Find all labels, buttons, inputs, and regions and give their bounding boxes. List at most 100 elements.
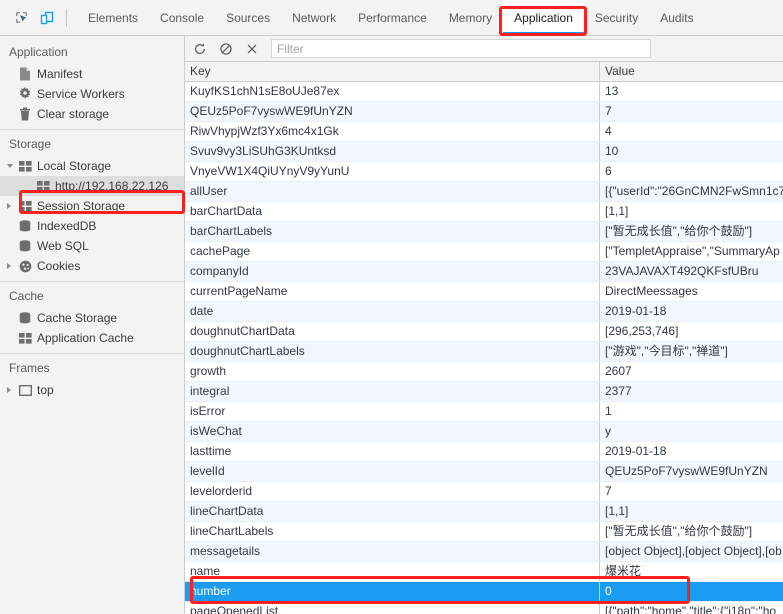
table-row[interactable]: barChartData [1,1] — [185, 202, 783, 222]
tab-console[interactable]: Console — [149, 0, 215, 35]
cell-value[interactable]: [{"path":"home","title":{"i18n":"ho — [600, 602, 783, 614]
cell-value[interactable]: 2019-01-18 — [600, 442, 783, 461]
table-row[interactable]: isWeChat y — [185, 422, 783, 442]
cell-key[interactable]: growth — [185, 362, 600, 381]
cell-key[interactable]: pageOpenedList — [185, 602, 600, 614]
sidebar-item-http-192-168-22-126[interactable]: http://192.168.22.126 — [0, 176, 184, 196]
delete-selected-icon[interactable] — [239, 37, 265, 61]
cell-value[interactable]: ["暂无成长值","给你个鼓励"] — [600, 222, 783, 241]
table-row[interactable]: date 2019-01-18 — [185, 302, 783, 322]
cell-value[interactable]: [296,253,746] — [600, 322, 783, 341]
sidebar-item-cookies[interactable]: Cookies — [0, 256, 184, 276]
cell-value[interactable]: 6 — [600, 162, 783, 181]
cell-value[interactable]: [{"userId":"26GnCMN2FwSmn1c7 — [600, 182, 783, 201]
clear-all-icon[interactable] — [213, 37, 239, 61]
table-row[interactable]: pageOpenedList [{"path":"home","title":{"… — [185, 602, 783, 614]
tab-sources[interactable]: Sources — [215, 0, 281, 35]
table-row[interactable]: currentPageName DirectMeessages — [185, 282, 783, 302]
tab-memory[interactable]: Memory — [438, 0, 503, 35]
tab-security[interactable]: Security — [584, 0, 649, 35]
cell-value[interactable]: 7 — [600, 102, 783, 121]
tab-application[interactable]: Application — [503, 0, 584, 35]
chevron-right-icon[interactable] — [7, 263, 11, 269]
cell-key[interactable]: RiwVhypjWzf3Yx6mc4x1Gk — [185, 122, 600, 141]
cell-value[interactable]: 1 — [600, 402, 783, 421]
table-row[interactable]: cachePage ["TempletAppraise","SummaryAp — [185, 242, 783, 262]
table-row[interactable]: levelorderid 7 — [185, 482, 783, 502]
cell-value[interactable]: 23VAJAVAXT492QKFsfUBru — [600, 262, 783, 281]
sidebar-item-clear-storage[interactable]: Clear storage — [0, 104, 184, 124]
cell-key[interactable]: integral — [185, 382, 600, 401]
cell-value[interactable]: 10 — [600, 142, 783, 161]
cell-key[interactable]: cachePage — [185, 242, 600, 261]
sidebar-item-local-storage[interactable]: Local Storage — [0, 156, 184, 176]
table-row[interactable]: growth 2607 — [185, 362, 783, 382]
cell-key[interactable]: doughnutChartLabels — [185, 342, 600, 361]
chevron-right-icon[interactable] — [7, 387, 11, 393]
cell-value[interactable]: 2607 — [600, 362, 783, 381]
cell-value[interactable]: ["TempletAppraise","SummaryAp — [600, 242, 783, 261]
table-row[interactable]: levelId QEUz5PoF7vyswWE9fUnYZN — [185, 462, 783, 482]
table-row[interactable]: allUser [{"userId":"26GnCMN2FwSmn1c7 — [185, 182, 783, 202]
cell-value[interactable]: 7 — [600, 482, 783, 501]
tab-elements[interactable]: Elements — [77, 0, 149, 35]
chevron-down-icon[interactable] — [7, 164, 13, 168]
cell-value[interactable]: [1,1] — [600, 502, 783, 521]
cell-key[interactable]: KuyfKS1chN1sE8oUJe87ex — [185, 82, 600, 101]
cell-key[interactable]: currentPageName — [185, 282, 600, 301]
cell-key[interactable]: name — [185, 562, 600, 581]
sidebar-item-cache-storage[interactable]: Cache Storage — [0, 308, 184, 328]
sidebar-item-service-workers[interactable]: Service Workers — [0, 84, 184, 104]
cell-key[interactable]: doughnutChartData — [185, 322, 600, 341]
sidebar-item-session-storage[interactable]: Session Storage — [0, 196, 184, 216]
cell-value[interactable]: 13 — [600, 82, 783, 101]
cell-key[interactable]: lineChartData — [185, 502, 600, 521]
cell-value[interactable]: ["游戏","今目标","禅道"] — [600, 342, 783, 361]
cell-value[interactable]: ["暂无成长值","给你个鼓励"] — [600, 522, 783, 541]
cell-key[interactable]: levelId — [185, 462, 600, 481]
column-header-key[interactable]: Key — [185, 62, 600, 81]
cell-value[interactable]: 爆米花 — [600, 562, 783, 581]
sidebar-item-web-sql[interactable]: Web SQL — [0, 236, 184, 256]
cell-key[interactable]: VnyeVW1X4QiUYnyV9yYunU — [185, 162, 600, 181]
cell-key[interactable]: lineChartLabels — [185, 522, 600, 541]
cell-key[interactable]: Svuv9vy3LiSUhG3KUntksd — [185, 142, 600, 161]
cell-key[interactable]: barChartLabels — [185, 222, 600, 241]
table-row[interactable]: lineChartData [1,1] — [185, 502, 783, 522]
cell-value[interactable]: 0 — [600, 582, 783, 601]
sidebar-item-top[interactable]: top — [0, 380, 184, 400]
table-row[interactable]: companyId 23VAJAVAXT492QKFsfUBru — [185, 262, 783, 282]
filter-field[interactable] — [271, 39, 651, 58]
table-row[interactable]: name 爆米花 — [185, 562, 783, 582]
cell-value[interactable]: y — [600, 422, 783, 441]
cell-value[interactable]: DirectMeessages — [600, 282, 783, 301]
cell-key[interactable]: messagetails — [185, 542, 600, 561]
sidebar-item-indexeddb[interactable]: IndexedDB — [0, 216, 184, 236]
table-row[interactable]: doughnutChartLabels ["游戏","今目标","禅道"] — [185, 342, 783, 362]
inspect-cursor-icon[interactable] — [8, 5, 34, 31]
table-row[interactable]: doughnutChartData [296,253,746] — [185, 322, 783, 342]
table-row[interactable]: Svuv9vy3LiSUhG3KUntksd 10 — [185, 142, 783, 162]
tab-network[interactable]: Network — [281, 0, 347, 35]
table-row[interactable]: lasttime 2019-01-18 — [185, 442, 783, 462]
cell-key[interactable]: isError — [185, 402, 600, 421]
table-row[interactable]: messagetails [object Object],[object Obje… — [185, 542, 783, 562]
cell-value[interactable]: [1,1] — [600, 202, 783, 221]
refresh-icon[interactable] — [187, 37, 213, 61]
table-row[interactable]: RiwVhypjWzf3Yx6mc4x1Gk 4 — [185, 122, 783, 142]
cell-key[interactable]: barChartData — [185, 202, 600, 221]
device-toolbar-icon[interactable] — [34, 5, 60, 31]
cell-value[interactable]: [object Object],[object Object],[ob — [600, 542, 783, 561]
cell-key[interactable]: allUser — [185, 182, 600, 201]
table-row[interactable]: number 0 — [185, 582, 783, 602]
table-row[interactable]: barChartLabels ["暂无成长值","给你个鼓励"] — [185, 222, 783, 242]
filter-input[interactable] — [272, 40, 650, 57]
cell-key[interactable]: QEUz5PoF7vyswWE9fUnYZN — [185, 102, 600, 121]
tab-audits[interactable]: Audits — [649, 0, 704, 35]
cell-value[interactable]: 2377 — [600, 382, 783, 401]
column-header-value[interactable]: Value — [600, 62, 783, 81]
tab-performance[interactable]: Performance — [347, 0, 438, 35]
table-row[interactable]: integral 2377 — [185, 382, 783, 402]
cell-value[interactable]: 2019-01-18 — [600, 302, 783, 321]
sidebar-item-application-cache[interactable]: Application Cache — [0, 328, 184, 348]
